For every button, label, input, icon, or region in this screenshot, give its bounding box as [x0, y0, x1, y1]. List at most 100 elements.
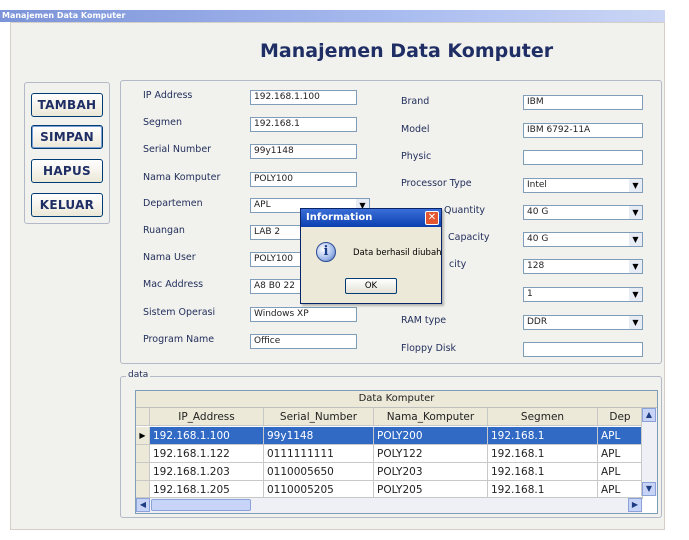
table-cell[interactable]: 192.168.1 [488, 445, 598, 463]
row-pointer-icon: ▶ [136, 427, 150, 445]
program-name-label: Program Name [143, 334, 215, 345]
column-header[interactable]: Serial_Number [264, 408, 374, 426]
table-cell[interactable]: 192.168.1.122 [150, 445, 264, 463]
horizontal-scrollbar[interactable]: ◀ ▶ [136, 497, 642, 513]
table-row[interactable]: 192.168.1.203 0110005650 POLY203 192.168… [136, 463, 657, 481]
mac-address-label: Mac Address [143, 279, 204, 290]
ninth-select[interactable]: 1 ▼ [523, 287, 643, 302]
window-title: Manajemen Data Komputer [2, 11, 126, 20]
chevron-down-icon[interactable]: ▼ [629, 179, 642, 192]
table-cell[interactable]: APL [598, 463, 643, 481]
nama-komputer-label: Nama Komputer [143, 172, 221, 183]
info-icon: i [316, 242, 336, 262]
hd-quantity-label: Quantity [444, 205, 486, 216]
tambah-button[interactable]: TAMBAH [31, 93, 103, 117]
processor-type-label: Processor Type [401, 178, 472, 189]
dialog-title: Information [306, 212, 373, 223]
simpan-button[interactable]: SIMPAN [31, 125, 103, 149]
page-title: Manajemen Data Komputer [260, 40, 554, 62]
table-cell[interactable]: POLY200 [374, 427, 488, 445]
row-header [136, 445, 150, 463]
memory-capacity-label: city [449, 259, 467, 270]
chevron-down-icon[interactable]: ▼ [629, 260, 642, 273]
hd-capacity-value: 40 G [527, 234, 549, 244]
scroll-left-icon[interactable]: ◀ [136, 498, 150, 512]
table-cell[interactable]: 192.168.1.100 [150, 427, 264, 445]
chevron-down-icon[interactable]: ▼ [629, 288, 642, 301]
dialog-title-bar[interactable]: Information ✕ [301, 209, 441, 227]
table-cell[interactable]: 99y1148 [264, 427, 374, 445]
column-header[interactable]: IP_Address [150, 408, 264, 426]
ram-type-select[interactable]: DDR ▼ [523, 315, 643, 330]
departemen-label: Departemen [143, 198, 203, 209]
floppy-disk-label: Floppy Disk [401, 343, 457, 354]
scroll-thumb[interactable] [151, 499, 251, 511]
information-dialog: Information ✕ i Data berhasil diubah OK [300, 208, 442, 304]
departemen-value: APL [254, 200, 271, 210]
column-header[interactable]: Segmen [488, 408, 598, 426]
table-row[interactable]: 192.168.1.122 0111111111 POLY122 192.168… [136, 445, 657, 463]
ruangan-label: Ruangan [143, 225, 185, 236]
physic-label: Physic [401, 151, 432, 162]
table-cell[interactable]: 192.168.1 [488, 463, 598, 481]
table-cell[interactable]: 192.168.1.203 [150, 463, 264, 481]
dialog-message: Data berhasil diubah [353, 248, 442, 258]
row-header [136, 463, 150, 481]
memory-capacity-select[interactable]: 128 ▼ [523, 259, 643, 274]
close-icon[interactable]: ✕ [425, 211, 439, 225]
ram-type-label: RAM type [401, 315, 447, 326]
serial-number-input[interactable]: 99y1148 [250, 144, 357, 159]
scroll-down-icon[interactable]: ▼ [642, 482, 656, 496]
ok-button[interactable]: OK [345, 278, 397, 294]
column-header[interactable]: Dep [598, 408, 643, 426]
sistem-operasi-input[interactable]: Windows XP [250, 307, 357, 322]
table-cell[interactable]: POLY122 [374, 445, 488, 463]
model-input[interactable]: IBM 6792-11A [523, 123, 643, 138]
hapus-button[interactable]: HAPUS [31, 159, 103, 183]
memory-capacity-value: 128 [527, 261, 545, 271]
data-group-label: data [126, 370, 151, 380]
segmen-input[interactable]: 192.168.1 [250, 117, 357, 132]
processor-type-value: Intel [527, 180, 547, 190]
model-label: Model [401, 124, 430, 135]
ip-address-input[interactable]: 192.168.1.100 [250, 90, 357, 105]
brand-input[interactable]: IBM [523, 95, 643, 110]
brand-label: Brand [401, 96, 430, 107]
nama-komputer-input[interactable]: POLY100 [250, 172, 357, 187]
app-window: Manajemen Data Komputer Manajemen Data K… [0, 0, 689, 540]
column-header[interactable]: Nama_Komputer [374, 408, 488, 426]
scroll-up-icon[interactable]: ▲ [642, 408, 656, 422]
chevron-down-icon[interactable]: ▼ [629, 316, 642, 329]
hd-capacity-select[interactable]: 40 G ▼ [523, 232, 643, 247]
table-cell[interactable]: 0110005650 [264, 463, 374, 481]
vertical-scrollbar[interactable]: ▲ ▼ [641, 408, 657, 496]
grid-title: Data Komputer [136, 391, 657, 408]
processor-type-select[interactable]: Intel ▼ [523, 178, 643, 193]
floppy-disk-input[interactable] [523, 342, 643, 357]
chevron-down-icon[interactable]: ▼ [629, 206, 642, 219]
hd-quantity-value: 40 G [527, 207, 549, 217]
ip-address-label: IP Address [143, 90, 193, 101]
serial-number-label: Serial Number [143, 144, 212, 155]
scroll-right-icon[interactable]: ▶ [628, 498, 642, 512]
hd-quantity-select[interactable]: 40 G ▼ [523, 205, 643, 220]
window-title-bar[interactable]: Manajemen Data Komputer [0, 10, 665, 22]
nama-user-label: Nama User [143, 252, 196, 263]
segmen-label: Segmen [143, 117, 183, 128]
ram-type-value: DDR [527, 317, 548, 327]
table-row[interactable]: ▶ 192.168.1.100 99y1148 POLY200 192.168.… [136, 427, 657, 445]
row-header-corner [136, 408, 150, 426]
table-cell[interactable]: 0111111111 [264, 445, 374, 463]
table-cell[interactable]: 192.168.1 [488, 427, 598, 445]
chevron-down-icon[interactable]: ▼ [629, 233, 642, 246]
action-button-panel: TAMBAH SIMPAN HAPUS KELUAR [24, 82, 110, 224]
keluar-button[interactable]: KELUAR [31, 193, 103, 217]
hd-capacity-label: Capacity [448, 232, 490, 243]
table-cell[interactable]: APL [598, 445, 643, 463]
data-grid[interactable]: Data Komputer IP_Address Serial_Number N… [135, 390, 658, 514]
program-name-input[interactable]: Office [250, 334, 357, 349]
table-cell[interactable]: POLY203 [374, 463, 488, 481]
ninth-value: 1 [527, 289, 533, 299]
table-cell[interactable]: APL [598, 427, 643, 445]
physic-input[interactable] [523, 150, 643, 165]
